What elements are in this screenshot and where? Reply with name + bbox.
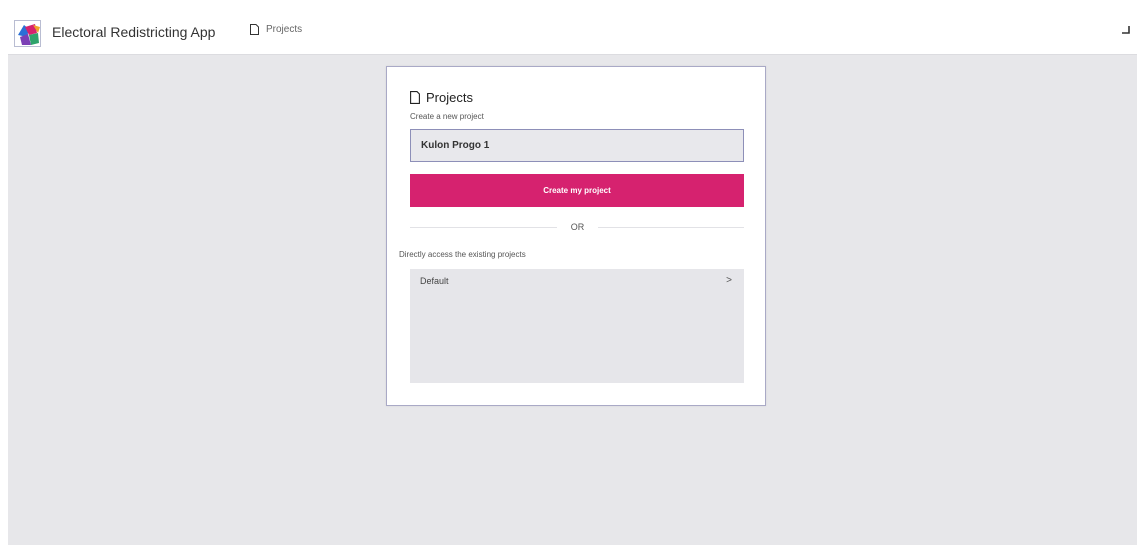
project-name: Default xyxy=(420,276,449,286)
project-list: Default > xyxy=(410,269,744,383)
create-project-subtitle: Create a new project xyxy=(410,112,484,121)
or-divider-label: OR xyxy=(570,222,585,232)
top-header: Electoral Redistricting App Projects xyxy=(8,9,1137,55)
project-name-input[interactable] xyxy=(410,129,744,162)
document-icon xyxy=(250,24,259,35)
list-item[interactable]: Default > xyxy=(410,269,744,293)
document-icon xyxy=(410,91,420,104)
card-title: Projects xyxy=(410,90,473,105)
divider-line xyxy=(598,227,744,228)
create-project-button[interactable]: Create my project xyxy=(410,174,744,207)
projects-card: Projects Create a new project Create my … xyxy=(386,66,766,406)
divider-line xyxy=(410,227,557,228)
existing-projects-label: Directly access the existing projects xyxy=(399,250,526,259)
corner-icon[interactable] xyxy=(1121,25,1131,35)
card-title-text: Projects xyxy=(426,90,473,105)
chevron-right-icon: > xyxy=(726,275,732,286)
breadcrumb-projects[interactable]: Projects xyxy=(266,24,302,35)
app-frame: Electoral Redistricting App Projects Pro… xyxy=(8,9,1137,545)
breadcrumb[interactable]: Projects xyxy=(250,24,302,35)
app-title: Electoral Redistricting App xyxy=(52,24,216,40)
app-logo-icon[interactable] xyxy=(14,20,41,47)
